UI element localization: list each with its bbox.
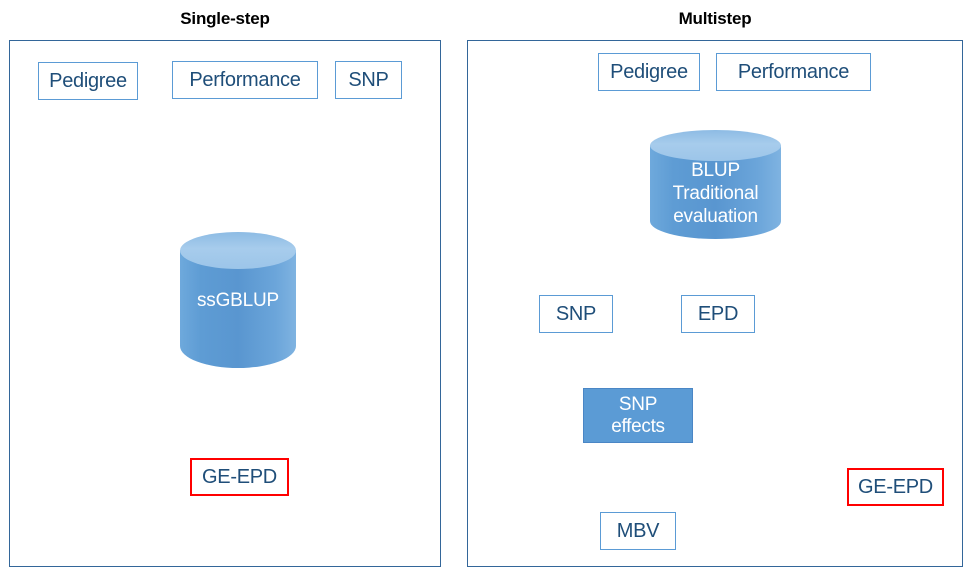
node-ge-epd-multi[interactable]: GE-EPD [847, 468, 944, 506]
cylinder-label-line-3: evaluation [673, 206, 758, 228]
cylinder-label-line-1: BLUP [691, 160, 740, 181]
snp-effects-line-2: effects [611, 415, 665, 437]
node-performance-multi[interactable]: Performance [716, 53, 871, 91]
cylinder-label-line: ssGBLUP [196, 290, 279, 311]
node-pedigree-single[interactable]: Pedigree [38, 62, 138, 100]
node-snp-multi[interactable]: SNP [539, 295, 613, 333]
node-performance-single[interactable]: Performance [172, 61, 318, 99]
node-snp-effects[interactable]: SNP effects [583, 388, 693, 443]
panel-title-single-step: Single-step [180, 9, 270, 28]
panel-title-multistep: Multistep [678, 9, 752, 28]
node-pedigree-multi[interactable]: Pedigree [598, 53, 700, 91]
cylinder-blup[interactable]: BLUP Traditional evaluation [650, 130, 781, 245]
cylinder-top-ellipse [180, 232, 296, 269]
cylinder-ssgblup[interactable]: ssGBLUP [180, 232, 296, 372]
cylinder-label-blup: BLUP Traditional evaluation [650, 159, 781, 229]
snp-effects-line-1: SNP [618, 394, 658, 416]
cylinder-label-line-2: Traditional [672, 183, 759, 205]
diagram-canvas: Single-step Multistep Pedigree Performan… [0, 0, 976, 575]
node-mbv[interactable]: MBV [600, 512, 676, 550]
cylinder-label-ssgblup: ssGBLUP [180, 289, 296, 312]
cylinder-top-ellipse [650, 130, 781, 161]
node-ge-epd-single[interactable]: GE-EPD [190, 458, 289, 496]
node-epd-multi[interactable]: EPD [681, 295, 755, 333]
node-snp-single[interactable]: SNP [335, 61, 402, 99]
